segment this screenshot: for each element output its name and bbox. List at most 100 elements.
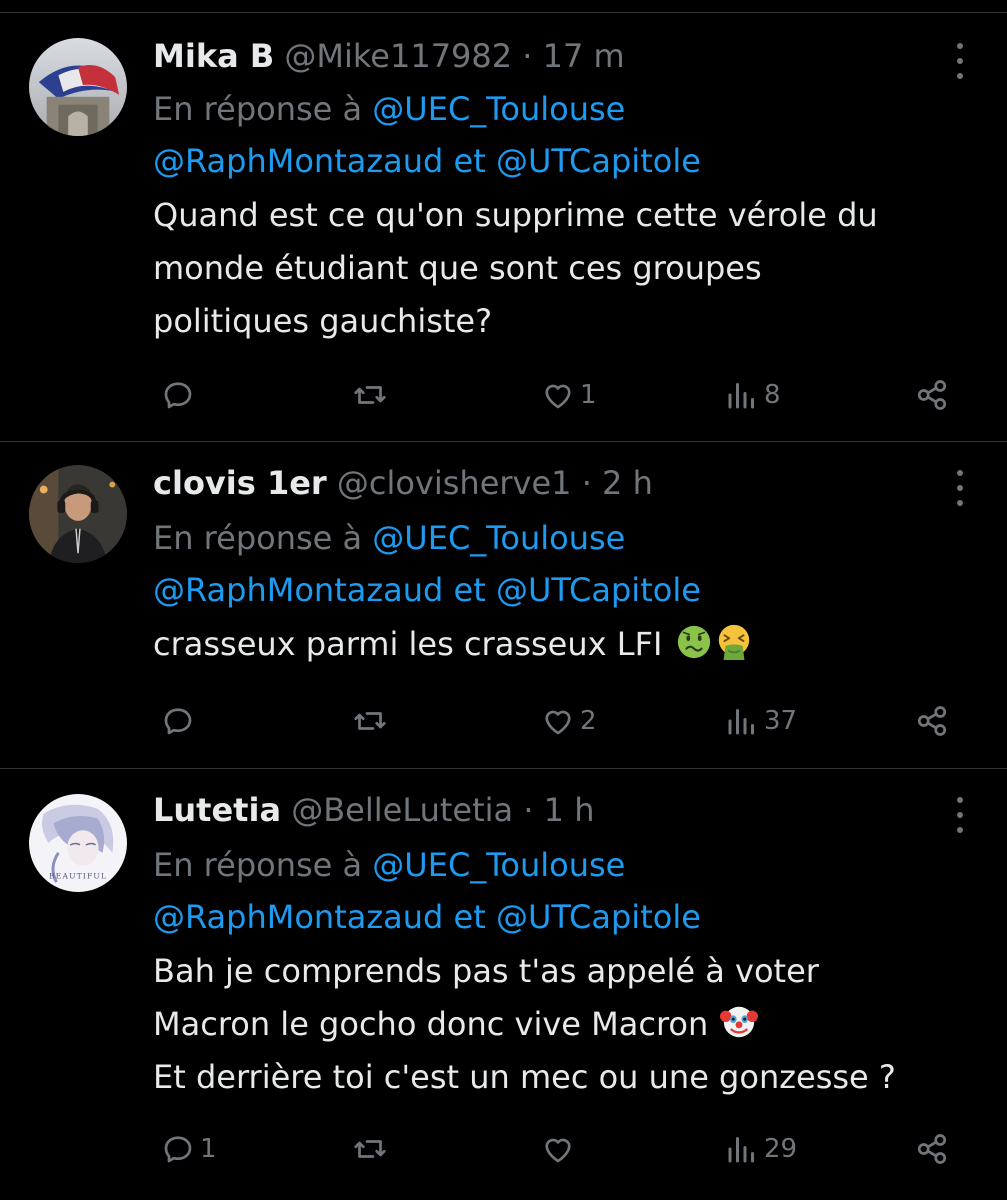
timestamp[interactable]: 2 h [602, 464, 653, 502]
retweet-button[interactable] [352, 370, 388, 420]
views-icon [724, 703, 760, 739]
share-button[interactable] [914, 370, 950, 420]
views-button[interactable]: 37 [724, 696, 797, 746]
retweet-icon [352, 703, 388, 739]
action-bar: 1 8 [0, 370, 1007, 420]
tweet-text-line: Macron le gocho donc vive Macron [153, 998, 973, 1051]
tweet[interactable]: Mika B @Mike117982 · 17 m En réponse à @… [0, 13, 1007, 441]
mention-link[interactable]: @UEC_Toulouse [372, 90, 625, 128]
reply-icon [160, 1131, 196, 1167]
mention-link[interactable]: @UEC_Toulouse [372, 519, 625, 557]
tweet-text-line: politiques gauchiste? [153, 302, 493, 340]
retweet-icon [352, 1131, 388, 1167]
nauseated-face-icon [675, 623, 713, 661]
mention-connector: et [453, 142, 486, 180]
mention-link[interactable]: @RaphMontazaud [153, 571, 443, 609]
views-count: 29 [764, 1134, 798, 1164]
mention-link[interactable]: @UTCapitole [496, 142, 701, 180]
more-icon[interactable] [949, 797, 971, 833]
retweet-icon [352, 377, 388, 413]
reply-count: 1 [200, 1134, 217, 1164]
views-icon [724, 377, 760, 413]
tweet[interactable]: BEAUTIFUL Lutetia @BelleLutetia · 1 h En… [0, 769, 1007, 1200]
reply-button[interactable] [160, 696, 200, 746]
tweet-text-line: crasseux parmi les crasseux LFI [153, 618, 973, 671]
views-button[interactable]: 29 [724, 1124, 797, 1174]
display-name[interactable]: Mika B [153, 37, 274, 75]
tweet-header: Lutetia @BelleLutetia · 1 h [153, 789, 594, 831]
reply-context-continued: @RaphMontazaud et @UTCapitole [153, 891, 701, 943]
mention-link[interactable]: @UTCapitole [496, 571, 701, 609]
views-count: 37 [764, 706, 798, 736]
tweet-text-line: Bah je comprends pas t'as appelé à voter [153, 952, 819, 990]
reply-icon [160, 703, 196, 739]
user-handle[interactable]: @Mike117982 [284, 37, 512, 75]
timestamp[interactable]: 1 h [544, 791, 595, 829]
retweet-button[interactable] [352, 696, 388, 746]
retweet-button[interactable] [352, 1124, 388, 1174]
views-icon [724, 1131, 760, 1167]
like-button[interactable] [540, 1124, 580, 1174]
tweet[interactable]: clovis 1er @clovisherve1 · 2 h En répons… [0, 442, 1007, 768]
like-icon [540, 1131, 576, 1167]
like-button[interactable]: 2 [540, 696, 597, 746]
share-icon [914, 377, 950, 413]
like-icon [540, 377, 576, 413]
tweet-text-segment: crasseux parmi les crasseux LFI [153, 625, 673, 663]
reply-prefix: En réponse à [153, 90, 363, 128]
mention-connector: et [453, 571, 486, 609]
tweet-text-line: monde étudiant que sont ces groupes [153, 249, 762, 287]
face-vomiting-icon [715, 623, 753, 661]
reply-context-continued: @RaphMontazaud et @UTCapitole [153, 135, 701, 187]
mention-link[interactable]: @UTCapitole [496, 898, 701, 936]
avatar-text: BEAUTIFUL [49, 871, 107, 880]
separator-dot: · [581, 464, 592, 502]
like-button[interactable]: 1 [540, 370, 597, 420]
avatar[interactable]: BEAUTIFUL [29, 794, 127, 892]
display-name[interactable]: clovis 1er [153, 464, 327, 502]
reply-context: En réponse à @UEC_Toulouse [153, 83, 625, 135]
share-button[interactable] [914, 696, 950, 746]
like-count: 2 [580, 706, 597, 736]
mention-link[interactable]: @UEC_Toulouse [372, 846, 625, 884]
tweet-text-line: Quand est ce qu'on supprime cette vérole… [153, 196, 878, 234]
more-icon[interactable] [949, 43, 971, 79]
mention-connector: et [453, 898, 486, 936]
reply-context: En réponse à @UEC_Toulouse [153, 512, 625, 564]
tweet-text-segment: Macron le gocho donc vive Macron [153, 1005, 719, 1043]
separator-dot: · [522, 37, 533, 75]
reply-icon [160, 377, 196, 413]
avatar[interactable] [29, 465, 127, 563]
like-icon [540, 703, 576, 739]
views-count: 8 [764, 380, 781, 410]
share-icon [914, 1131, 950, 1167]
reply-context-continued: @RaphMontazaud et @UTCapitole [153, 564, 701, 616]
mention-link[interactable]: @RaphMontazaud [153, 898, 443, 936]
timestamp[interactable]: 17 m [543, 37, 625, 75]
tweet-header: Mika B @Mike117982 · 17 m [153, 35, 625, 77]
reply-button[interactable] [160, 370, 200, 420]
mention-link[interactable]: @RaphMontazaud [153, 142, 443, 180]
clown-face-icon [720, 1003, 759, 1041]
tweet-text: Bah je comprends pas t'as appelé à voter… [153, 945, 973, 1104]
user-handle[interactable]: @BelleLutetia [291, 791, 513, 829]
action-bar: 1 29 [0, 1124, 1007, 1174]
more-icon[interactable] [949, 470, 971, 506]
tweet-text: crasseux parmi les crasseux LFI [153, 618, 973, 671]
action-bar: 2 37 [0, 696, 1007, 746]
reply-button[interactable]: 1 [160, 1124, 217, 1174]
avatar[interactable] [29, 38, 127, 136]
reply-feed: Mika B @Mike117982 · 17 m En réponse à @… [0, 0, 1007, 1200]
views-button[interactable]: 8 [724, 370, 781, 420]
share-icon [914, 703, 950, 739]
reply-prefix: En réponse à [153, 519, 363, 557]
share-button[interactable] [914, 1124, 950, 1174]
user-handle[interactable]: @clovisherve1 [337, 464, 572, 502]
reply-context: En réponse à @UEC_Toulouse [153, 839, 625, 891]
tweet-header: clovis 1er @clovisherve1 · 2 h [153, 462, 653, 504]
tweet-text: Quand est ce qu'on supprime cette vérole… [153, 189, 973, 348]
display-name[interactable]: Lutetia [153, 791, 281, 829]
separator-dot: · [523, 791, 534, 829]
tweet-text-line: Et derrière toi c'est un mec ou une gonz… [153, 1058, 896, 1096]
like-count: 1 [580, 380, 597, 410]
